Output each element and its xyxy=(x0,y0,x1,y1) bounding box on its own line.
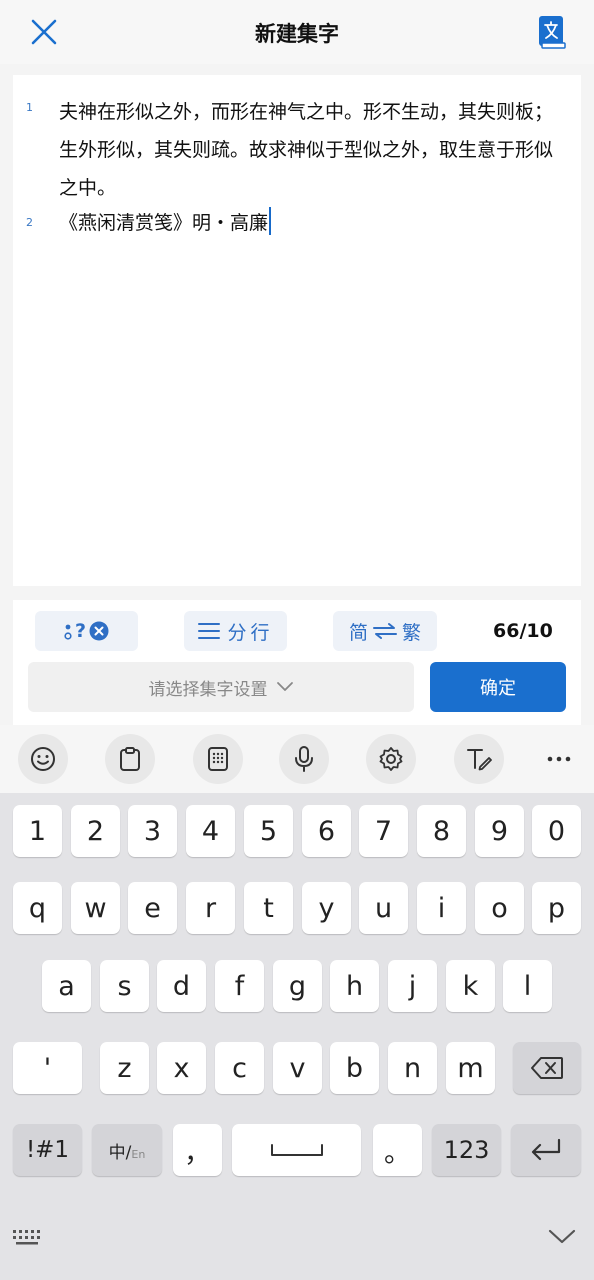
key-x[interactable]: x xyxy=(157,1042,206,1094)
key-q[interactable]: q xyxy=(13,882,62,934)
key-5[interactable]: 5 xyxy=(244,805,293,857)
swap-arrows-icon xyxy=(373,623,397,639)
more-icon xyxy=(547,756,571,762)
key-l[interactable]: l xyxy=(503,960,552,1012)
split-lines-label: 分行 xyxy=(227,621,274,644)
line-number: 2 xyxy=(26,216,33,229)
split-lines-button[interactable]: 分行 xyxy=(184,611,287,651)
punctuation-label: ? xyxy=(74,620,87,642)
more-options-button[interactable] xyxy=(534,734,584,784)
line-text[interactable]: 《燕闲清赏笺》明・高廉 xyxy=(59,212,268,234)
text-editor[interactable]: 1 夫神在形似之外，而形在神气之中。形不生动，其失则板；生外形似，其失则疏。故求… xyxy=(13,75,581,586)
key-j[interactable]: j xyxy=(388,960,437,1012)
chevron-down-icon xyxy=(276,682,293,691)
numeric-key[interactable]: 123 xyxy=(432,1124,501,1176)
key-a[interactable]: a xyxy=(42,960,91,1012)
voice-input-button[interactable] xyxy=(279,734,329,784)
key-h[interactable]: h xyxy=(330,960,379,1012)
line-text-container[interactable]: 《燕闲清赏笺》明・高廉 xyxy=(59,204,565,242)
key-y[interactable]: y xyxy=(302,882,351,934)
key-r[interactable]: r xyxy=(186,882,235,934)
key-z[interactable]: z xyxy=(100,1042,149,1094)
key-6[interactable]: 6 xyxy=(302,805,351,857)
key-2[interactable]: 2 xyxy=(71,805,120,857)
language-main-label: 中/ xyxy=(108,1142,132,1163)
keyboard-switch-button[interactable] xyxy=(12,1228,42,1250)
key-e[interactable]: e xyxy=(128,882,177,934)
key-8[interactable]: 8 xyxy=(417,805,466,857)
keyboard: 1 2 3 4 5 6 7 8 9 0 q w e r t y u i o p … xyxy=(0,793,594,1280)
key-u[interactable]: u xyxy=(359,882,408,934)
key-4[interactable]: 4 xyxy=(186,805,235,857)
keyboard-settings-button[interactable] xyxy=(366,734,416,784)
key-comma[interactable]: ， xyxy=(173,1124,222,1176)
page-title: 新建集字 xyxy=(255,22,339,46)
collect-settings-select[interactable]: 请选择集字设置 xyxy=(28,662,414,712)
chevron-down-icon xyxy=(548,1229,576,1244)
select-placeholder: 请选择集字设置 xyxy=(148,679,268,700)
punctuation-remove-button[interactable]: ? xyxy=(35,611,138,651)
backspace-icon xyxy=(531,1057,563,1079)
space-key[interactable] xyxy=(232,1124,361,1176)
dictionary-button[interactable] xyxy=(536,14,568,50)
key-1[interactable]: 1 xyxy=(13,805,62,857)
enter-key[interactable] xyxy=(511,1124,581,1176)
key-k[interactable]: k xyxy=(446,960,495,1012)
key-d[interactable]: d xyxy=(157,960,206,1012)
key-7[interactable]: 7 xyxy=(359,805,408,857)
key-g[interactable]: g xyxy=(273,960,322,1012)
key-9[interactable]: 9 xyxy=(475,805,524,857)
settings-icon xyxy=(379,747,403,771)
key-0[interactable]: 0 xyxy=(532,805,581,857)
simplified-traditional-button[interactable]: 简 繁 xyxy=(333,611,437,651)
key-b[interactable]: b xyxy=(330,1042,379,1094)
traditional-label: 繁 xyxy=(402,621,422,644)
simplified-label: 简 xyxy=(348,621,368,644)
clipboard-button[interactable] xyxy=(105,734,155,784)
close-circle-icon xyxy=(89,621,109,641)
key-p[interactable]: p xyxy=(532,882,581,934)
hide-keyboard-button[interactable] xyxy=(548,1228,576,1250)
character-count: 66/10 xyxy=(493,620,553,642)
key-o[interactable]: o xyxy=(475,882,524,934)
clipboard-icon xyxy=(120,747,140,771)
emoji-icon xyxy=(31,747,55,771)
language-sub-label: En xyxy=(131,1147,146,1161)
lines-icon xyxy=(198,623,221,639)
key-c[interactable]: c xyxy=(215,1042,264,1094)
dictionary-book-icon xyxy=(539,16,566,49)
key-t[interactable]: t xyxy=(244,882,293,934)
top-bar: 新建集字 xyxy=(0,0,594,64)
backspace-key[interactable] xyxy=(513,1042,581,1094)
key-n[interactable]: n xyxy=(388,1042,437,1094)
key-s[interactable]: s xyxy=(100,960,149,1012)
handwriting-button[interactable] xyxy=(454,734,504,784)
line-text[interactable]: 夫神在形似之外，而形在神气之中。形不生动，其失则板；生外形似，其失则疏。故求神似… xyxy=(59,93,565,207)
key-apostrophe[interactable]: ' xyxy=(13,1042,82,1094)
line-number: 1 xyxy=(26,101,33,114)
tools-panel: ? 分行 简 繁 66/10 请选择集字设置 确定 xyxy=(13,600,581,725)
key-period[interactable]: 。 xyxy=(373,1124,422,1176)
punctuation-dots-icon xyxy=(64,624,72,640)
space-icon xyxy=(270,1144,323,1156)
key-v[interactable]: v xyxy=(273,1042,322,1094)
keypad-icon xyxy=(208,747,228,771)
keyboard-toolbar xyxy=(0,725,594,793)
text-cursor xyxy=(269,207,272,235)
confirm-button[interactable]: 确定 xyxy=(430,662,566,712)
microphone-icon xyxy=(295,746,313,772)
key-m[interactable]: m xyxy=(446,1042,495,1094)
symbols-key[interactable]: !#1 xyxy=(13,1124,82,1176)
keyboard-grid-icon xyxy=(13,1230,40,1245)
keypad-button[interactable] xyxy=(193,734,243,784)
key-3[interactable]: 3 xyxy=(128,805,177,857)
language-switch-key[interactable]: 中/En xyxy=(92,1124,162,1176)
emoji-button[interactable] xyxy=(18,734,68,784)
key-f[interactable]: f xyxy=(215,960,264,1012)
handwriting-icon xyxy=(467,749,492,771)
key-i[interactable]: i xyxy=(417,882,466,934)
key-w[interactable]: w xyxy=(71,882,120,934)
enter-icon xyxy=(531,1138,561,1161)
